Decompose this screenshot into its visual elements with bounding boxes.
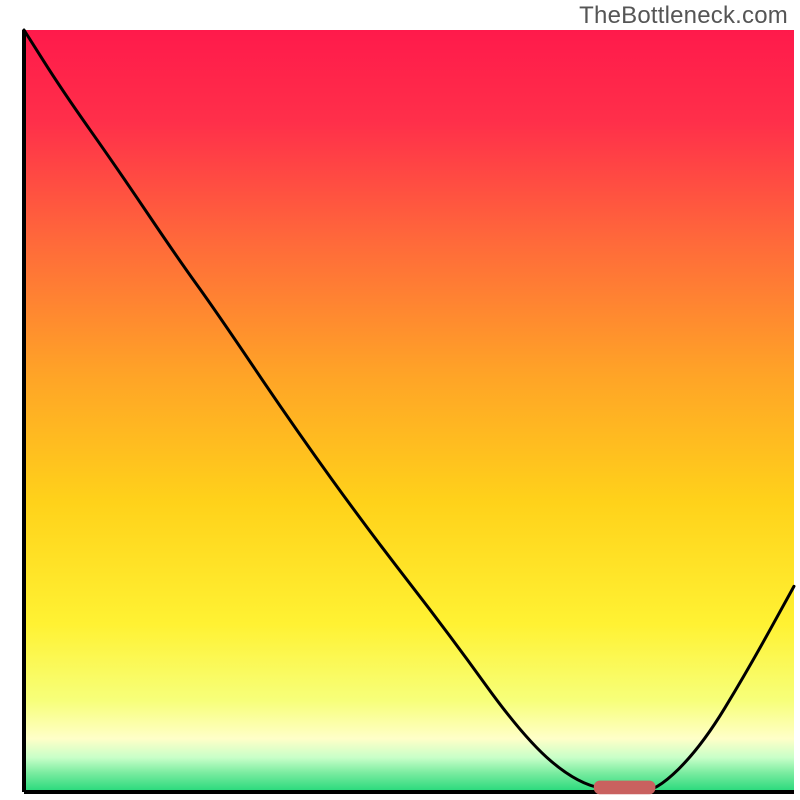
bottleneck-chart (0, 0, 800, 800)
chart-container: TheBottleneck.com (0, 0, 800, 800)
optimal-marker (594, 781, 656, 795)
plot-background (24, 30, 794, 792)
